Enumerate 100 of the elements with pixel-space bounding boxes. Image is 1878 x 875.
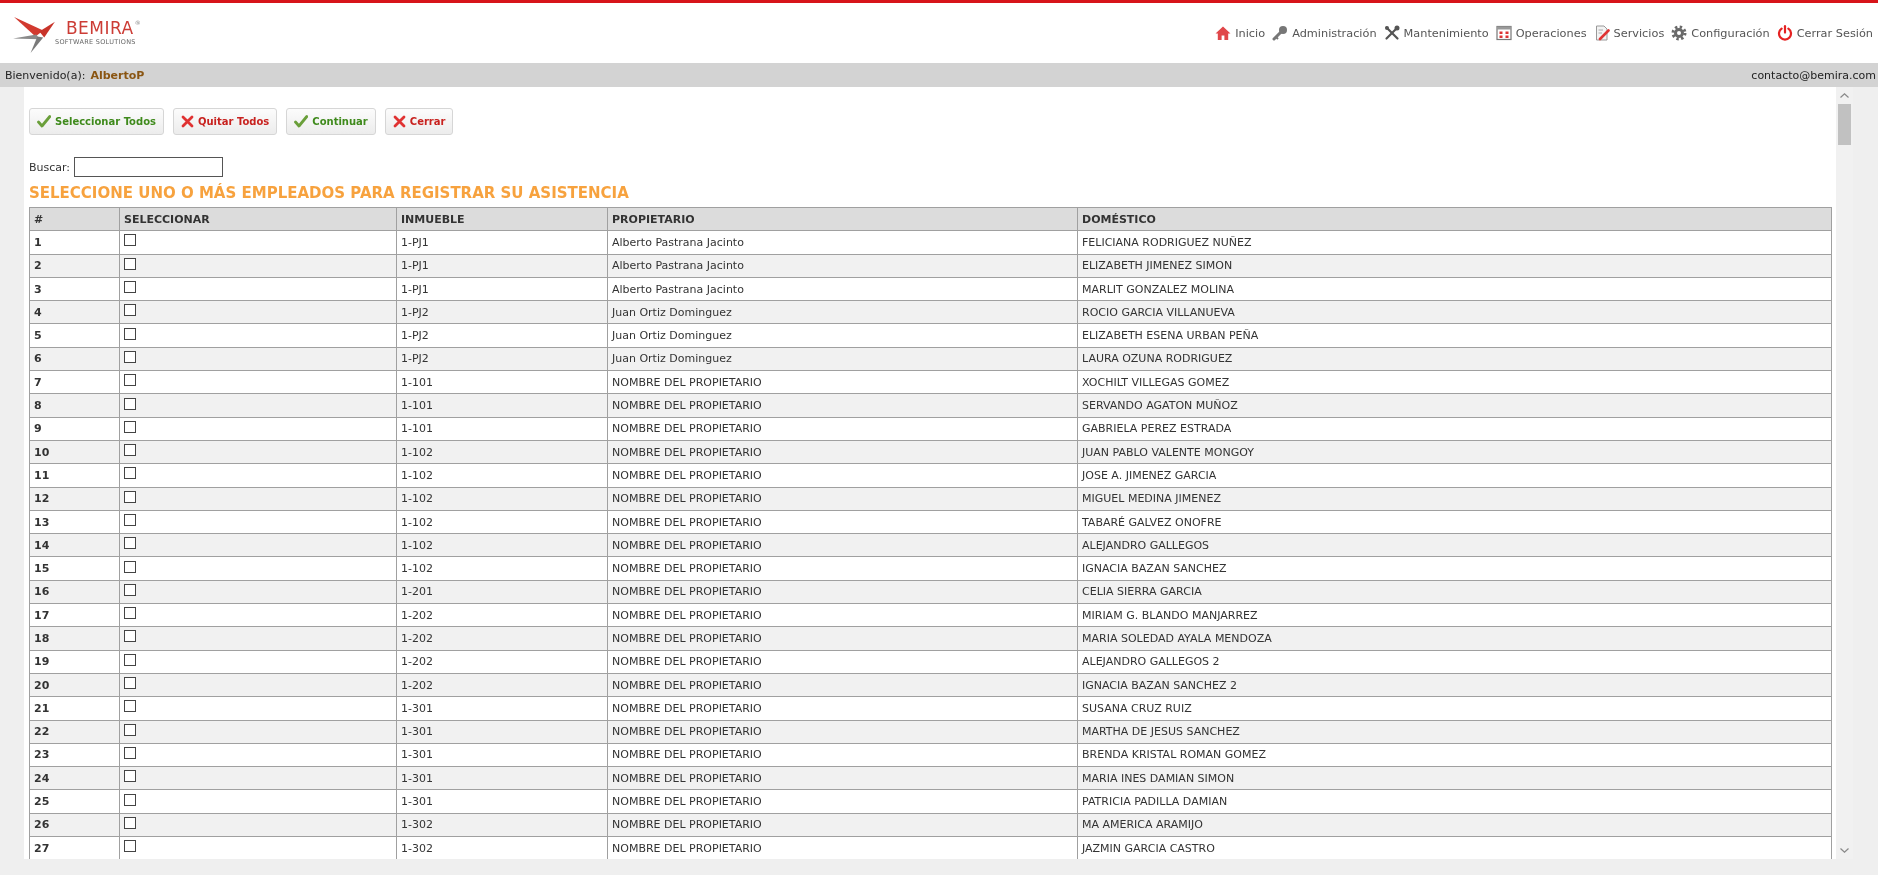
property-cell: 1-102 <box>396 510 608 534</box>
employee-cell: SUSANA CRUZ RUIZ <box>1077 696 1832 721</box>
checkbox[interactable] <box>124 840 136 853</box>
logo-wordmark: BEMIRA <box>65 20 134 37</box>
employee-cell: MARLIT GONZALEZ MOLINA <box>1077 277 1832 301</box>
property-cell: 1-202 <box>396 603 608 627</box>
property-cell: 1-102 <box>396 440 608 464</box>
employee-cell: MARTHA DE JESUS SANCHEZ <box>1077 720 1832 744</box>
section-title: SELECCIONE UNO O MÁS EMPLEADOS PARA REGISTRAR SU ASISTENCIA <box>29 184 630 202</box>
checkbox[interactable] <box>124 537 136 550</box>
employee-cell: MARIA SOLEDAD AYALA MENDOZA <box>1077 626 1832 651</box>
checkbox[interactable] <box>124 374 136 387</box>
owner-cell: NOMBRE DEL PROPIETARIO <box>607 626 1078 651</box>
checkbox[interactable] <box>124 420 136 433</box>
select-all-button[interactable]: Seleccionar Todos <box>29 108 164 135</box>
home-icon <box>1215 25 1232 41</box>
row-number: 3 <box>29 277 120 301</box>
row-number: 16 <box>29 580 120 604</box>
checkbox[interactable] <box>124 723 136 736</box>
checkbox[interactable] <box>124 770 136 783</box>
settings-icon <box>1671 25 1688 41</box>
employee-cell: MA AMERICA ARAMIJO <box>1077 813 1832 837</box>
nav-link[interactable]: Servicios <box>1593 25 1665 41</box>
nav-link[interactable]: Mantenimiento <box>1383 25 1489 41</box>
owner-cell: NOMBRE DEL PROPIETARIO <box>607 417 1078 441</box>
row-number: 15 <box>29 556 120 581</box>
checkbox[interactable] <box>124 234 136 247</box>
nav-link[interactable]: Operaciones <box>1495 25 1587 41</box>
checkbox[interactable] <box>124 746 136 759</box>
employee-cell: TABARÉ GALVEZ ONOFRE <box>1077 510 1832 534</box>
scroll-down-icon[interactable] <box>1840 848 1849 853</box>
column-header: DOMÉSTICO <box>1077 207 1832 231</box>
owner-cell: Juan Ortiz Dominguez <box>607 300 1078 324</box>
check-icon <box>37 115 51 128</box>
employee-cell: SERVANDO AGATON MUÑOZ <box>1077 393 1832 418</box>
employee-cell: ROCIO GARCIA VILLANUEVA <box>1077 300 1832 324</box>
nav-link[interactable]: Inicio <box>1215 25 1266 41</box>
checkbox[interactable] <box>124 257 136 270</box>
owner-cell: Alberto Pastrana Jacinto <box>607 230 1078 255</box>
checkbox[interactable] <box>124 653 136 666</box>
close-button[interactable]: Cerrar <box>384 108 454 135</box>
checkbox[interactable] <box>124 397 136 410</box>
checkbox[interactable] <box>124 560 136 573</box>
checkbox[interactable] <box>124 327 136 340</box>
property-cell: 1-301 <box>396 696 608 721</box>
row-number: 26 <box>29 813 120 837</box>
property-cell: 1-102 <box>396 556 608 581</box>
deselect-all-button[interactable]: Quitar Todos <box>173 108 278 135</box>
owner-cell: NOMBRE DEL PROPIETARIO <box>607 580 1078 604</box>
checkbox[interactable] <box>124 583 136 596</box>
scrollbar-thumb[interactable] <box>1838 104 1851 145</box>
owner-cell: NOMBRE DEL PROPIETARIO <box>607 720 1078 744</box>
checkbox[interactable] <box>124 350 136 363</box>
employee-cell: IGNACIA BAZAN SANCHEZ 2 <box>1077 673 1832 697</box>
row-number: 7 <box>29 370 120 394</box>
property-cell: 1-301 <box>396 789 608 814</box>
employee-cell: JUAN PABLO VALENTE MONGOY <box>1077 440 1832 464</box>
row-number: 27 <box>29 836 120 859</box>
checkbox[interactable] <box>124 281 136 294</box>
continue-button[interactable]: Continuar <box>286 108 376 135</box>
checkbox[interactable] <box>124 304 136 317</box>
row-number: 10 <box>29 440 120 464</box>
row-number: 12 <box>29 487 120 511</box>
employee-cell: JAZMIN GARCIA CASTRO <box>1077 836 1832 859</box>
contact-email: contacto@bemira.com <box>1751 68 1876 82</box>
owner-cell: Alberto Pastrana Jacinto <box>607 254 1078 278</box>
checkbox[interactable] <box>124 677 136 690</box>
owner-cell: Juan Ortiz Dominguez <box>607 347 1078 371</box>
checkbox[interactable] <box>124 467 136 480</box>
checkbox[interactable] <box>124 793 136 806</box>
employee-cell: JOSE A. JIMENEZ GARCIA <box>1077 463 1832 488</box>
column-header: INMUEBLE <box>396 207 608 231</box>
row-number: 18 <box>29 626 120 651</box>
nav-link[interactable]: Cerrar Sesión <box>1776 25 1873 41</box>
property-cell: 1-102 <box>396 533 608 557</box>
owner-cell: NOMBRE DEL PROPIETARIO <box>607 463 1078 488</box>
checkbox[interactable] <box>124 700 136 713</box>
employee-cell: XOCHILT VILLEGAS GOMEZ <box>1077 370 1832 394</box>
owner-cell: NOMBRE DEL PROPIETARIO <box>607 696 1078 721</box>
nav-link[interactable]: Configuración <box>1671 25 1770 41</box>
row-number: 4 <box>29 300 120 324</box>
checkbox[interactable] <box>124 490 136 503</box>
row-number: 23 <box>29 743 120 767</box>
search-field[interactable] <box>74 157 224 177</box>
row-number: 6 <box>29 347 120 371</box>
checkbox[interactable] <box>124 630 136 643</box>
owner-cell: NOMBRE DEL PROPIETARIO <box>607 813 1078 837</box>
property-cell: 1-PJ1 <box>396 277 608 301</box>
checkbox[interactable] <box>124 816 136 829</box>
checkbox[interactable] <box>124 444 136 457</box>
column-header: SELECCIONAR <box>119 207 397 231</box>
key-icon <box>1272 25 1289 41</box>
checkbox[interactable] <box>124 607 136 620</box>
property-cell: 1-302 <box>396 836 608 859</box>
scroll-up-icon[interactable] <box>1840 93 1849 98</box>
row-number: 24 <box>29 766 120 790</box>
nav-link[interactable]: Administración <box>1272 25 1377 41</box>
row-number: 25 <box>29 789 120 814</box>
checkbox[interactable] <box>124 514 136 526</box>
document-pencil-icon <box>1593 25 1610 41</box>
